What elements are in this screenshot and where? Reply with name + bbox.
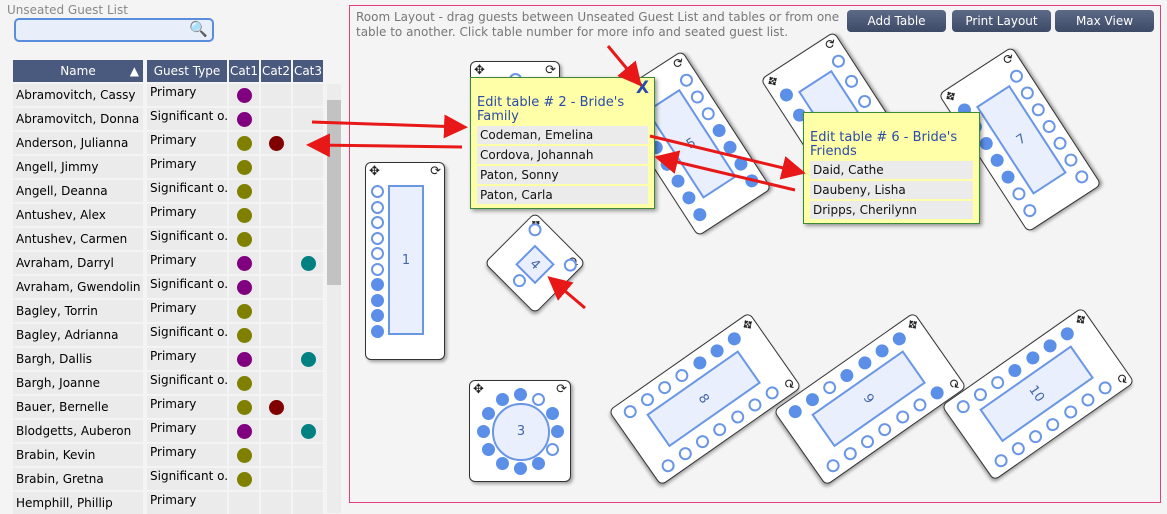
arrow [606,45,642,87]
arrow [311,114,468,139]
annotation-arrows [306,45,806,310]
arrow [654,150,796,192]
arrow [547,276,586,310]
arrow [649,134,806,180]
arrow [306,133,463,158]
